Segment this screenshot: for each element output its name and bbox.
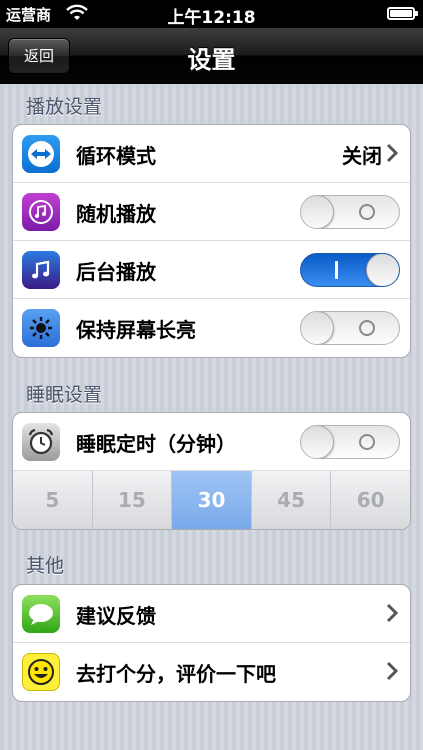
rate-app-label: 去打个分，评价一下吧 bbox=[76, 662, 276, 686]
status-bar: 运营商 上午12:18 bbox=[0, 0, 423, 28]
battery-icon bbox=[387, 7, 418, 20]
segment-option[interactable]: 60 bbox=[331, 471, 410, 529]
segment-option-selected[interactable]: 30 bbox=[172, 471, 252, 529]
music-note-purple-icon bbox=[22, 193, 60, 231]
other-settings-group: 建议反馈 去打个分，评价一下吧 bbox=[12, 584, 411, 702]
music-note-blue-icon bbox=[22, 251, 60, 289]
background-play-toggle[interactable] bbox=[300, 253, 400, 287]
message-bubble-icon bbox=[22, 595, 60, 633]
row-keep-screen-on: 保持屏幕长亮 bbox=[13, 299, 410, 357]
alarm-clock-icon bbox=[22, 423, 60, 461]
background-play-label: 后台播放 bbox=[76, 260, 156, 284]
sleep-settings-group: 睡眠定时（分钟） 5 15 30 45 60 bbox=[12, 412, 411, 530]
shuffle-label: 随机播放 bbox=[76, 202, 156, 226]
row-shuffle: 随机播放 bbox=[13, 183, 410, 241]
keep-screen-on-label: 保持屏幕长亮 bbox=[76, 318, 196, 342]
sleep-timer-label: 睡眠定时（分钟） bbox=[76, 432, 236, 456]
loop-mode-label: 循环模式 bbox=[76, 144, 156, 168]
chevron-right-icon bbox=[386, 603, 398, 623]
teamviewer-arrows-icon bbox=[22, 135, 60, 173]
chevron-right-icon bbox=[386, 143, 398, 163]
section-header-sleep: 睡眠设置 bbox=[26, 384, 103, 406]
row-feedback[interactable]: 建议反馈 bbox=[13, 585, 410, 643]
row-background-play: 后台播放 bbox=[13, 241, 410, 299]
clock: 上午12:18 bbox=[167, 8, 256, 28]
row-loop-mode[interactable]: 循环模式 关闭 bbox=[13, 125, 410, 183]
sleep-duration-segmented-control: 5 15 30 45 60 bbox=[13, 471, 410, 529]
segment-option[interactable]: 45 bbox=[251, 471, 332, 529]
navigation-bar: 返回 设置 bbox=[0, 28, 423, 84]
segment-option[interactable]: 5 bbox=[13, 471, 93, 529]
feedback-label: 建议反馈 bbox=[76, 604, 156, 628]
section-header-other: 其他 bbox=[26, 555, 65, 577]
row-sleep-timer: 睡眠定时（分钟） bbox=[13, 413, 410, 471]
shuffle-toggle[interactable] bbox=[300, 195, 400, 229]
smiley-face-icon bbox=[22, 653, 60, 691]
page-title: 设置 bbox=[187, 46, 236, 74]
row-rate-app[interactable]: 去打个分，评价一下吧 bbox=[13, 643, 410, 701]
sleep-timer-toggle[interactable] bbox=[300, 425, 400, 459]
loop-mode-value: 关闭 bbox=[342, 144, 382, 168]
segment-option[interactable]: 15 bbox=[92, 471, 173, 529]
sun-brightness-icon bbox=[22, 309, 60, 347]
playback-settings-group: 循环模式 关闭 随机播放 后台播放 保持屏幕长亮 bbox=[12, 124, 411, 358]
chevron-right-icon bbox=[386, 661, 398, 681]
section-header-playback: 播放设置 bbox=[26, 96, 103, 118]
keep-screen-on-toggle[interactable] bbox=[300, 311, 400, 345]
